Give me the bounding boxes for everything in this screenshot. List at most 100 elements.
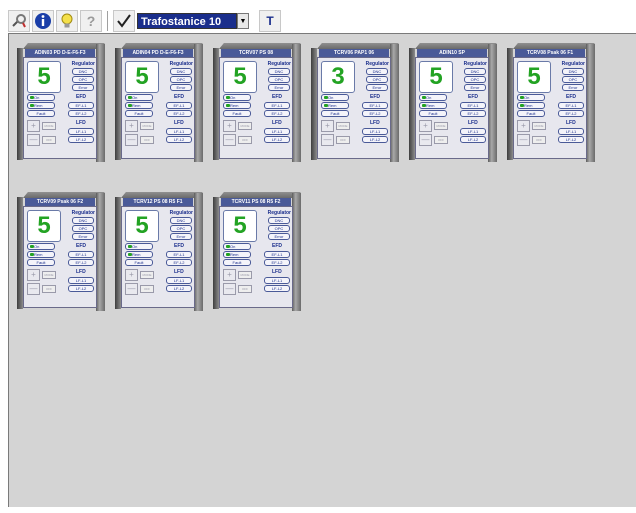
lfd-label: LFD bbox=[370, 120, 380, 126]
mode-button[interactable]: MODE bbox=[336, 122, 350, 130]
ef-l1-indicator: EF-L1 bbox=[558, 102, 584, 109]
mode-button[interactable]: MODE bbox=[238, 271, 252, 279]
mode-button[interactable]: MODE bbox=[140, 122, 154, 130]
confirm-button[interactable] bbox=[113, 10, 135, 32]
off-button[interactable]: OFF bbox=[434, 136, 448, 144]
device-panel[interactable]: TCRV08 Psak 06 F1 5 Regulator DNC OPC Er… bbox=[507, 39, 595, 167]
opc-indicator: OPC bbox=[170, 76, 192, 83]
minus-button[interactable]: — bbox=[321, 134, 334, 146]
off-button[interactable]: OFF bbox=[532, 136, 546, 144]
plus-button[interactable]: + bbox=[125, 120, 138, 132]
device-panel[interactable]: TCRV09 Psak 06 F2 5 Regulator DNC OPC Er… bbox=[17, 188, 105, 316]
device-panel[interactable]: TCRV06 PAP1 06 3 Regulator DNC OPC Error… bbox=[311, 39, 399, 167]
device-body: 5 Regulator DNC OPC Error On Rem Fault E… bbox=[23, 57, 97, 159]
minus-button[interactable]: — bbox=[125, 283, 138, 295]
device-title: TCRV09 Psak 06 F2 bbox=[25, 198, 95, 206]
step-display: 5 bbox=[27, 61, 61, 93]
minus-button[interactable]: — bbox=[27, 283, 40, 295]
off-button[interactable]: OFF bbox=[140, 136, 154, 144]
plus-button[interactable]: + bbox=[419, 120, 432, 132]
ef-l1-indicator: EF-L1 bbox=[166, 251, 192, 258]
on-label: On bbox=[132, 244, 138, 249]
device-panel[interactable]: TCRV11 PS 08 R5 F2 5 Regulator DNC OPC E… bbox=[213, 188, 301, 316]
fault-indicator: Fault bbox=[321, 110, 349, 117]
lf-l1-indicator: LF-L1 bbox=[362, 128, 388, 135]
rem-label: Rem bbox=[132, 103, 141, 108]
dnc-indicator: DNC bbox=[268, 217, 290, 224]
device-panel[interactable]: TCRV12 PS 08 R5 F1 5 Regulator DNC OPC E… bbox=[115, 188, 203, 316]
mode-button[interactable]: MODE bbox=[434, 122, 448, 130]
plus-button[interactable]: + bbox=[223, 269, 236, 281]
led-icon bbox=[520, 96, 524, 99]
lf-l2-indicator: LF-L2 bbox=[264, 136, 290, 143]
opc-indicator: OPC bbox=[268, 76, 290, 83]
off-button[interactable]: OFF bbox=[42, 285, 56, 293]
lf-l2-indicator: LF-L2 bbox=[68, 136, 94, 143]
plug-icon bbox=[12, 14, 26, 28]
lf-l2-indicator: LF-L2 bbox=[264, 285, 290, 292]
step-display: 5 bbox=[125, 61, 159, 93]
led-icon bbox=[226, 104, 230, 107]
efd-label: EFD bbox=[272, 94, 282, 100]
plus-button[interactable]: + bbox=[321, 120, 334, 132]
ef-l2-indicator: EF-L2 bbox=[68, 259, 94, 266]
fault-indicator: Fault bbox=[27, 110, 55, 117]
hint-button[interactable] bbox=[56, 10, 78, 32]
info-button[interactable] bbox=[32, 10, 54, 32]
on-indicator: On bbox=[321, 94, 349, 101]
rem-label: Rem bbox=[328, 103, 337, 108]
lfd-label: LFD bbox=[272, 120, 282, 126]
led-icon bbox=[422, 104, 426, 107]
lf-l2-indicator: LF-L2 bbox=[460, 136, 486, 143]
minus-button[interactable]: — bbox=[223, 134, 236, 146]
device-panel[interactable]: TCRV07 PS 08 5 Regulator DNC OPC Error O… bbox=[213, 39, 301, 167]
error-indicator: Error bbox=[72, 233, 94, 240]
help-button[interactable]: ? bbox=[80, 10, 102, 32]
plus-button[interactable]: + bbox=[223, 120, 236, 132]
minus-button[interactable]: — bbox=[223, 283, 236, 295]
minus-button[interactable]: — bbox=[27, 134, 40, 146]
opc-indicator: OPC bbox=[170, 225, 192, 232]
mode-button[interactable]: MODE bbox=[532, 122, 546, 130]
dnc-indicator: DNC bbox=[170, 68, 192, 75]
plus-button[interactable]: + bbox=[27, 269, 40, 281]
device-panel[interactable]: ADIN03 PD D-E-F6-F3 5 Regulator DNC OPC … bbox=[17, 39, 105, 167]
plus-button[interactable]: + bbox=[517, 120, 530, 132]
rem-indicator: Rem bbox=[27, 251, 55, 258]
mode-button[interactable]: MODE bbox=[42, 122, 56, 130]
led-icon bbox=[226, 253, 230, 256]
chevron-down-icon[interactable]: ▼ bbox=[237, 13, 249, 29]
mode-button[interactable]: MODE bbox=[238, 122, 252, 130]
off-button[interactable]: OFF bbox=[336, 136, 350, 144]
off-button[interactable]: OFF bbox=[140, 285, 154, 293]
plus-button[interactable]: + bbox=[27, 120, 40, 132]
minus-button[interactable]: — bbox=[419, 134, 432, 146]
on-label: On bbox=[328, 95, 334, 100]
lf-l1-indicator: LF-L1 bbox=[264, 277, 290, 284]
mode-button[interactable]: MODE bbox=[42, 271, 56, 279]
station-select[interactable]: Trafostanice 10 bbox=[137, 13, 237, 29]
device-side-edge bbox=[586, 44, 595, 162]
device-panel[interactable]: ADIN10 SP 5 Regulator DNC OPC Error On R… bbox=[409, 39, 497, 167]
device-side-edge bbox=[194, 44, 203, 162]
off-button[interactable]: OFF bbox=[238, 136, 252, 144]
rem-label: Rem bbox=[524, 103, 533, 108]
minus-button[interactable]: — bbox=[517, 134, 530, 146]
minus-button[interactable]: — bbox=[125, 134, 138, 146]
device-panel[interactable]: ADIN04 PD D-E-F6-F3 5 Regulator DNC OPC … bbox=[115, 39, 203, 167]
lfd-label: LFD bbox=[76, 269, 86, 275]
off-button[interactable]: OFF bbox=[238, 285, 252, 293]
off-button[interactable]: OFF bbox=[42, 136, 56, 144]
regulator-label: Regulator bbox=[71, 61, 95, 67]
lfd-label: LFD bbox=[174, 269, 184, 275]
t-button[interactable]: T bbox=[259, 10, 281, 32]
fault-indicator: Fault bbox=[419, 110, 447, 117]
rem-label: Rem bbox=[426, 103, 435, 108]
rem-indicator: Rem bbox=[223, 102, 251, 109]
device-side-edge bbox=[390, 44, 399, 162]
efd-label: EFD bbox=[468, 94, 478, 100]
connect-button[interactable] bbox=[8, 10, 30, 32]
mode-button[interactable]: MODE bbox=[140, 271, 154, 279]
device-side-edge bbox=[292, 193, 301, 311]
plus-button[interactable]: + bbox=[125, 269, 138, 281]
